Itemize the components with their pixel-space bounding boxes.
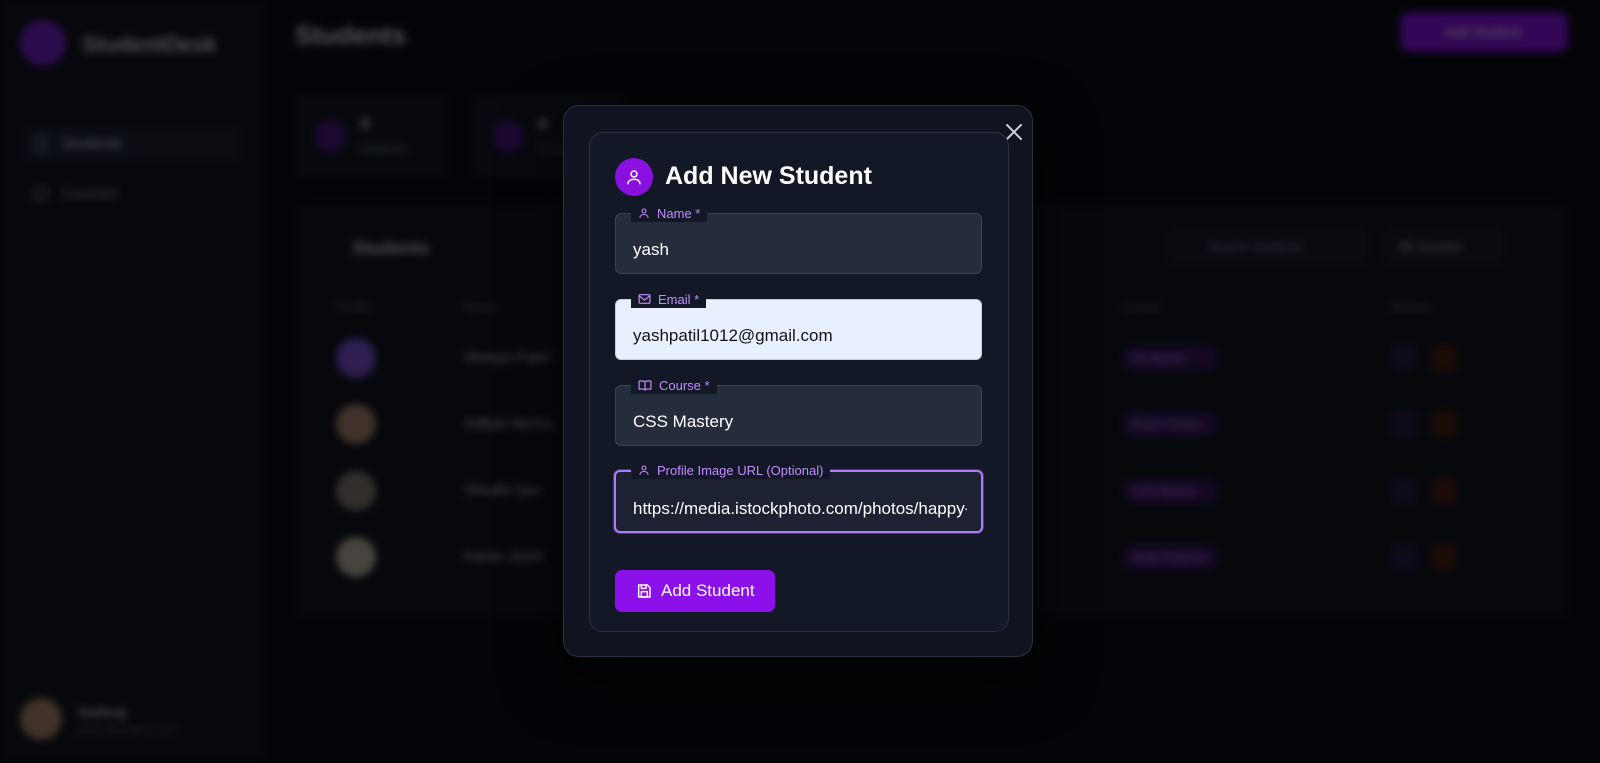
- book-icon: [638, 380, 652, 391]
- image-url-label-text: Profile Image URL (Optional): [657, 462, 824, 478]
- add-student-button-label: Add Student: [661, 581, 755, 600]
- save-icon: [637, 584, 651, 598]
- name-input[interactable]: [633, 240, 967, 260]
- course-field: Course *: [615, 376, 982, 446]
- email-input[interactable]: [633, 326, 967, 346]
- mail-icon: [638, 294, 651, 304]
- email-label: Email *: [631, 290, 707, 308]
- image-url-field: Profile Image URL (Optional): [614, 461, 983, 533]
- name-label-text: Name *: [657, 205, 701, 221]
- course-label-text: Course *: [659, 377, 710, 393]
- name-label: Name *: [631, 204, 708, 222]
- name-field: Name *: [615, 204, 982, 274]
- image-url-label: Profile Image URL (Optional): [631, 461, 831, 479]
- add-student-button[interactable]: Add Student: [615, 570, 775, 612]
- course-input[interactable]: [633, 412, 967, 432]
- course-label: Course *: [631, 376, 717, 394]
- user-icon: [615, 158, 653, 196]
- user-icon: [639, 465, 649, 476]
- email-field: Email *: [615, 290, 982, 360]
- student-form: Add New Student Name * Email *: [589, 132, 1009, 632]
- email-label-text: Email *: [658, 291, 700, 307]
- add-student-modal: Add New Student Name * Email *: [563, 105, 1033, 657]
- image-url-input[interactable]: [633, 499, 967, 519]
- modal-title: Add New Student: [665, 162, 872, 190]
- user-icon: [639, 208, 649, 219]
